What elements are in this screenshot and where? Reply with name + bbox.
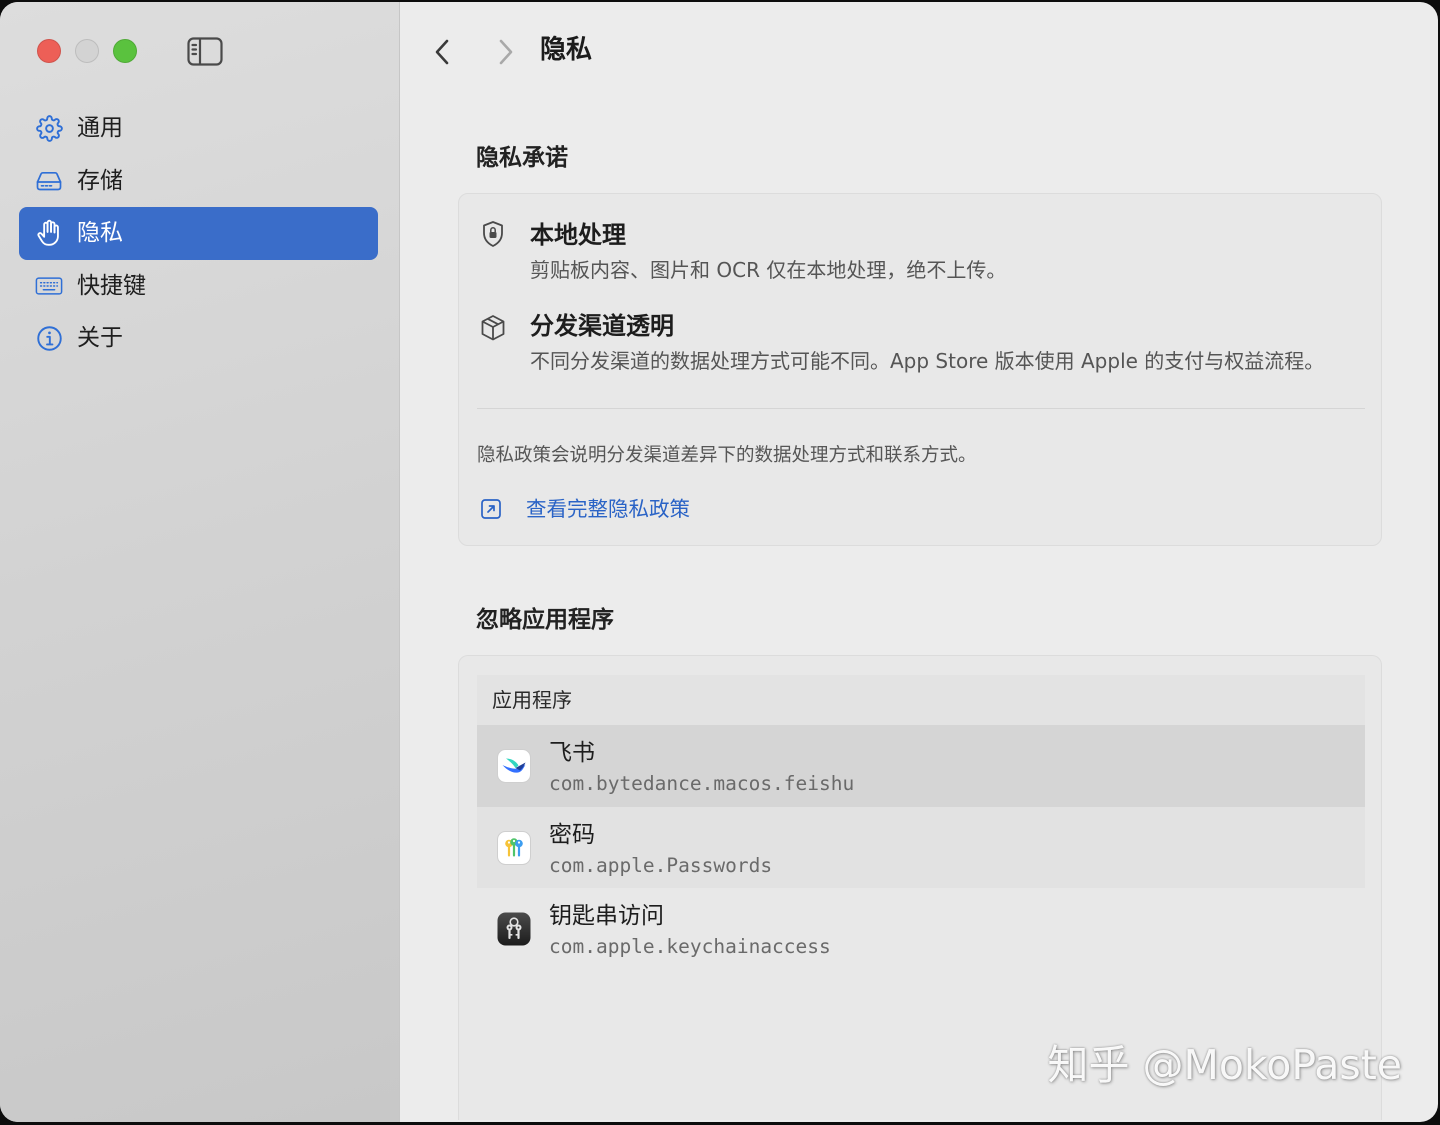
table-row[interactable]: 钥匙串访问 com.apple.keychainaccess	[477, 888, 1365, 970]
box-icon	[481, 315, 505, 341]
commitment-title: 本地处理	[530, 221, 626, 249]
info-icon	[35, 324, 63, 352]
external-link-icon	[481, 499, 501, 519]
sidebar-item-label: 快捷键	[77, 272, 146, 299]
chevron-right-icon[interactable]	[493, 38, 517, 66]
column-header-application[interactable]: 应用程序	[477, 675, 1365, 725]
sidebar-item-label: 隐私	[77, 220, 123, 247]
commitment-title: 分发渠道透明	[530, 312, 674, 340]
lock-shield-icon	[483, 221, 503, 247]
sidebar-item-about[interactable]: 关于	[19, 312, 378, 365]
section-heading-privacy-commitment: 隐私承诺	[476, 145, 568, 171]
close-window-button[interactable]	[37, 39, 61, 63]
chevron-left-icon[interactable]	[431, 38, 455, 66]
passwords-app-icon	[497, 830, 531, 865]
ignored-apps-table: 应用程序 飞书 com.bytedance.macos.feishu 密码 co…	[477, 675, 1365, 970]
app-bundle-id: com.apple.Passwords	[549, 853, 773, 877]
table-row[interactable]: 密码 com.apple.Passwords	[477, 806, 1365, 888]
hand-icon	[35, 219, 63, 247]
commitment-description: 不同分发渠道的数据处理方式可能不同。App Store 版本使用 Apple 的…	[530, 349, 1325, 373]
app-name: 飞书	[549, 740, 595, 766]
divider	[477, 408, 1365, 409]
drive-icon	[35, 167, 63, 195]
page-title: 隐私	[540, 35, 593, 65]
zoom-window-button[interactable]	[113, 39, 137, 63]
privacy-policy-link[interactable]: 查看完整隐私政策	[480, 495, 690, 523]
privacy-policy-link-label: 查看完整隐私政策	[526, 497, 690, 521]
app-bundle-id: com.apple.keychainaccess	[549, 935, 831, 958]
sidebar-item-general[interactable]: 通用	[19, 102, 378, 155]
section-heading-ignored-apps: 忽略应用程序	[476, 607, 614, 633]
sidebar-nav: 通用 存储 隐私 快捷键 关于	[19, 102, 378, 365]
keychain-access-app-icon	[497, 912, 531, 946]
settings-window: 通用 存储 隐私 快捷键 关于 隐私 隐私承诺 本地处理 剪贴板内容、图片和 O…	[0, 2, 1438, 1122]
minimize-window-button[interactable]	[75, 39, 99, 63]
app-name: 钥匙串访问	[549, 903, 664, 929]
commitment-description: 剪贴板内容、图片和 OCR 仅在本地处理，绝不上传。	[530, 258, 1007, 282]
privacy-commitment-card: 本地处理 剪贴板内容、图片和 OCR 仅在本地处理，绝不上传。 分发渠道透明 不…	[458, 193, 1382, 546]
table-row[interactable]: 飞书 com.bytedance.macos.feishu	[477, 725, 1365, 807]
sidebar-item-shortcuts[interactable]: 快捷键	[19, 260, 378, 313]
sidebar-item-privacy[interactable]: 隐私	[19, 207, 378, 260]
gear-icon	[35, 114, 63, 142]
watermark: 知乎 @MokoPaste	[1047, 1041, 1402, 1089]
sidebar-item-label: 关于	[77, 325, 123, 352]
feishu-app-icon	[497, 749, 531, 783]
app-name: 密码	[549, 821, 595, 848]
policy-note: 隐私政策会说明分发渠道差异下的数据处理方式和联系方式。	[477, 445, 977, 466]
sidebar-toggle-icon[interactable]	[187, 37, 223, 66]
sidebar: 通用 存储 隐私 快捷键 关于	[0, 2, 400, 1122]
sidebar-item-label: 通用	[77, 115, 123, 142]
sidebar-item-label: 存储	[77, 167, 123, 194]
main-content: 隐私 隐私承诺 本地处理 剪贴板内容、图片和 OCR 仅在本地处理，绝不上传。 …	[400, 2, 1438, 1122]
keyboard-icon	[35, 272, 63, 300]
app-bundle-id: com.bytedance.macos.feishu	[549, 772, 855, 795]
sidebar-item-storage[interactable]: 存储	[19, 155, 378, 208]
